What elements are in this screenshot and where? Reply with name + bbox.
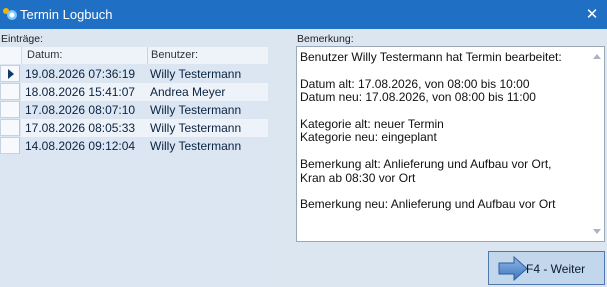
row-date: 17.08.2026 08:05:33 <box>25 121 136 135</box>
remark-scrollbar[interactable] <box>589 47 604 241</box>
row-user: Willy Testermann <box>150 121 242 135</box>
row-indicator[interactable] <box>0 83 20 100</box>
remark-text: Benutzer Willy Testermann hat Termin bea… <box>300 50 562 212</box>
row-indicator[interactable] <box>0 101 20 118</box>
table-row[interactable]: 18.08.2026 15:41:07 Andrea Meyer <box>0 83 268 101</box>
row-indicator[interactable] <box>0 65 20 82</box>
list-header: Datum: Benutzer: <box>0 47 268 64</box>
close-button[interactable]: ✕ <box>577 0 607 29</box>
row-user: Willy Testermann <box>150 103 242 117</box>
close-icon: ✕ <box>585 6 599 23</box>
table-row[interactable]: 17.08.2026 08:05:33 Willy Testermann <box>0 119 268 137</box>
table-row[interactable]: 17.08.2026 08:07:10 Willy Testermann <box>0 101 268 119</box>
column-header-user[interactable]: Benutzer: <box>151 49 198 61</box>
row-date: 18.08.2026 15:41:07 <box>25 85 136 99</box>
next-button[interactable]: F4 - Weiter <box>488 251 605 285</box>
row-date: 14.08.2026 09:12:04 <box>25 139 136 153</box>
row-indicator[interactable] <box>0 119 20 136</box>
row-date: 19.08.2026 07:36:19 <box>25 67 136 81</box>
title-bar: Termin Logbuch ✕ <box>0 0 607 29</box>
window-title: Termin Logbuch <box>20 7 113 22</box>
table-row[interactable]: 19.08.2026 07:36:19 Willy Testermann <box>0 65 268 83</box>
column-header-date[interactable]: Datum: <box>27 49 62 61</box>
row-user: Willy Testermann <box>150 139 242 153</box>
entries-label: Einträge: <box>1 33 44 45</box>
row-indicator[interactable] <box>0 137 20 154</box>
scroll-down-icon[interactable] <box>593 229 601 234</box>
entries-list[interactable]: Datum: Benutzer: 19.08.2026 07:36:19 Wil… <box>0 47 268 285</box>
row-user: Andrea Meyer <box>150 85 226 99</box>
next-button-label: F4 - Weiter <box>526 262 586 276</box>
app-logo-icon <box>3 8 17 20</box>
remark-textbox[interactable]: Benutzer Willy Testermann hat Termin bea… <box>296 46 605 242</box>
current-row-icon <box>8 69 14 79</box>
scroll-up-icon[interactable] <box>593 54 601 59</box>
row-user: Willy Testermann <box>150 67 242 81</box>
remark-label: Bemerkung: <box>297 33 354 45</box>
table-row[interactable]: 14.08.2026 09:12:04 Willy Testermann <box>0 137 268 155</box>
row-date: 17.08.2026 08:07:10 <box>25 103 136 117</box>
